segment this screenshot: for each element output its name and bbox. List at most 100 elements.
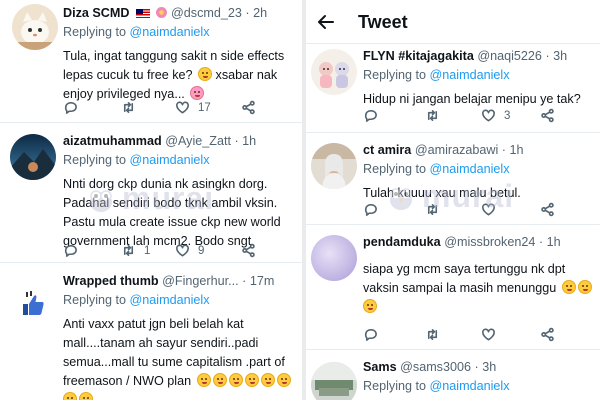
relieved-face-emoji <box>198 67 213 81</box>
mention-link[interactable]: @naimdanielx <box>130 25 210 39</box>
tweet-text-line <box>63 391 296 400</box>
tweet-text-line: Anti vaxx patut jgn beli belah kat <box>63 317 244 331</box>
display-name[interactable]: ct amira <box>363 143 411 157</box>
share-button[interactable] <box>540 108 555 123</box>
like-button[interactable]: 9 <box>175 243 204 258</box>
like-button[interactable] <box>481 202 496 217</box>
landscape-avatar-image <box>10 134 56 180</box>
timestamp[interactable]: 1h <box>242 134 256 148</box>
avatar[interactable] <box>311 235 357 281</box>
like-button[interactable] <box>481 327 496 342</box>
winking-tongue-emoji <box>79 392 93 400</box>
reply-icon <box>364 110 377 122</box>
back-button[interactable] <box>316 12 336 32</box>
avatar[interactable] <box>10 134 56 180</box>
user-handle[interactable]: @amirazabawi <box>415 143 498 157</box>
mention-link[interactable]: @naimdanielx <box>430 68 510 82</box>
tweet-content: Sams @sams3006 · 3h Replying to @naimdan… <box>363 359 594 394</box>
tweet-text-line: siapa yg mcm saya tertunggu nk dpt <box>363 262 566 276</box>
share-button[interactable] <box>241 243 256 258</box>
timestamp[interactable]: 3h <box>553 49 567 63</box>
retweet-icon <box>123 102 134 113</box>
tweet-header: pendamduka @missbroken24 · 1h <box>363 235 561 249</box>
timestamp[interactable]: 17m <box>250 274 275 288</box>
timestamp[interactable]: 1h <box>547 235 561 249</box>
reply-tweet[interactable]: Wrapped thumb @Fingerhur... · 17m Replyi… <box>0 263 302 400</box>
tweet-content: pendamduka @missbroken24 · 1h siapa yg m… <box>363 234 594 317</box>
retweet-button[interactable] <box>121 100 144 115</box>
tweet-text-line: Padahal sendiri bodo tknk ambil vksin. <box>63 196 278 210</box>
avatar[interactable] <box>311 49 357 95</box>
reply-tweet[interactable]: aizatmuhammad @Ayie_Zatt · 1h Replying t… <box>0 123 302 263</box>
reply-button[interactable] <box>363 327 378 342</box>
replying-to: Replying to @naimdanielx <box>63 152 296 168</box>
thumbs-up-avatar-image <box>10 283 56 329</box>
display-name[interactable]: aizatmuhammad <box>63 134 162 148</box>
reply-icon <box>64 245 77 257</box>
mention-link[interactable]: @naimdanielx <box>430 379 510 393</box>
reply-button[interactable] <box>363 108 378 123</box>
display-name[interactable]: Sams <box>363 360 397 374</box>
tweet-header: FLYN #kitajagakita @naqi5226 · 3h <box>363 49 568 63</box>
thread-header: Tweet <box>306 0 600 44</box>
retweet-icon <box>123 245 134 256</box>
timestamp[interactable]: 3h <box>482 360 496 374</box>
retweet-icon <box>427 204 438 215</box>
user-handle[interactable]: @Fingerhur... <box>162 274 239 288</box>
retweet-button[interactable] <box>425 327 440 342</box>
share-button[interactable] <box>241 100 256 115</box>
share-button[interactable] <box>540 327 555 342</box>
back-arrow-icon <box>318 15 334 29</box>
user-handle[interactable]: @missbroken24 <box>444 235 535 249</box>
reply-button[interactable] <box>63 243 86 258</box>
page-title: Tweet <box>358 12 408 32</box>
mention-link[interactable]: @naimdanielx <box>430 162 510 176</box>
avatar[interactable] <box>311 143 357 189</box>
retweet-icon <box>427 329 438 340</box>
reply-tweet[interactable]: FLYN #kitajagakita @naqi5226 · 3h Replyi… <box>306 44 600 133</box>
avatar[interactable] <box>10 283 56 329</box>
user-handle[interactable]: @naqi5226 <box>477 49 542 63</box>
mention-link[interactable]: @naimdanielx <box>130 153 210 167</box>
share-button[interactable] <box>540 202 555 217</box>
tweet-text: Tula, ingat tanggung sakit n side effect… <box>63 47 296 104</box>
heart-icon <box>176 244 189 257</box>
winking-tongue-emoji <box>260 373 275 387</box>
display-name[interactable]: FLYN #kitajagakita <box>363 49 474 63</box>
like-button[interactable]: 3 <box>481 108 510 123</box>
reply-button[interactable] <box>363 202 378 217</box>
winking-tongue-emoji <box>63 392 77 400</box>
share-icon <box>242 243 255 258</box>
user-handle[interactable]: @Ayie_Zatt <box>165 134 231 148</box>
display-name[interactable]: pendamduka <box>363 235 441 249</box>
mention-link[interactable]: @naimdanielx <box>130 293 210 307</box>
tweet-header: Wrapped thumb @Fingerhur... · 17m <box>63 274 275 288</box>
retweet-button[interactable] <box>425 202 440 217</box>
replying-to: Replying to @naimdanielx <box>63 292 296 308</box>
retweet-button[interactable] <box>425 108 440 123</box>
replying-to-label: Replying to <box>363 162 427 176</box>
tweet-header: aizatmuhammad @Ayie_Zatt · 1h <box>63 134 257 148</box>
avatar[interactable] <box>12 4 58 50</box>
reply-tweet[interactable]: Sams @sams3006 · 3h Replying to @naimdan… <box>306 350 600 400</box>
retweet-button[interactable]: 1 <box>121 243 150 258</box>
reply-tweet[interactable]: ct amira @amirazabawi · 1h Replying to @… <box>306 133 600 225</box>
winking-tongue-emoji <box>276 373 291 387</box>
display-name[interactable]: Wrapped thumb <box>63 274 159 288</box>
timestamp[interactable]: 1h <box>510 143 524 157</box>
tweet-text-line: Tulah kuuuu xau malu betul. <box>363 186 521 200</box>
reply-tweet[interactable]: pendamduka @missbroken24 · 1h siapa yg m… <box>306 225 600 350</box>
reply-icon <box>364 329 377 341</box>
user-handle[interactable]: @dscmd_23 <box>171 6 242 20</box>
display-name[interactable]: Diza SCMD <box>63 6 129 20</box>
reply-icon <box>64 102 77 114</box>
timestamp[interactable]: 2h <box>253 6 267 20</box>
tweet-text: Anti vaxx patut jgn beli belah kat mall.… <box>63 315 296 400</box>
tweet-content: aizatmuhammad @Ayie_Zatt · 1h Replying t… <box>63 133 296 251</box>
reply-tweet[interactable]: Diza SCMD @dscmd_23 · 2h Replying to @na… <box>0 0 302 123</box>
replying-to: Replying to @naimdanielx <box>63 24 296 40</box>
reply-button[interactable] <box>63 100 86 115</box>
avatar[interactable] <box>311 362 357 400</box>
like-button[interactable]: 17 <box>175 100 211 115</box>
user-handle[interactable]: @sams3006 <box>400 360 471 374</box>
